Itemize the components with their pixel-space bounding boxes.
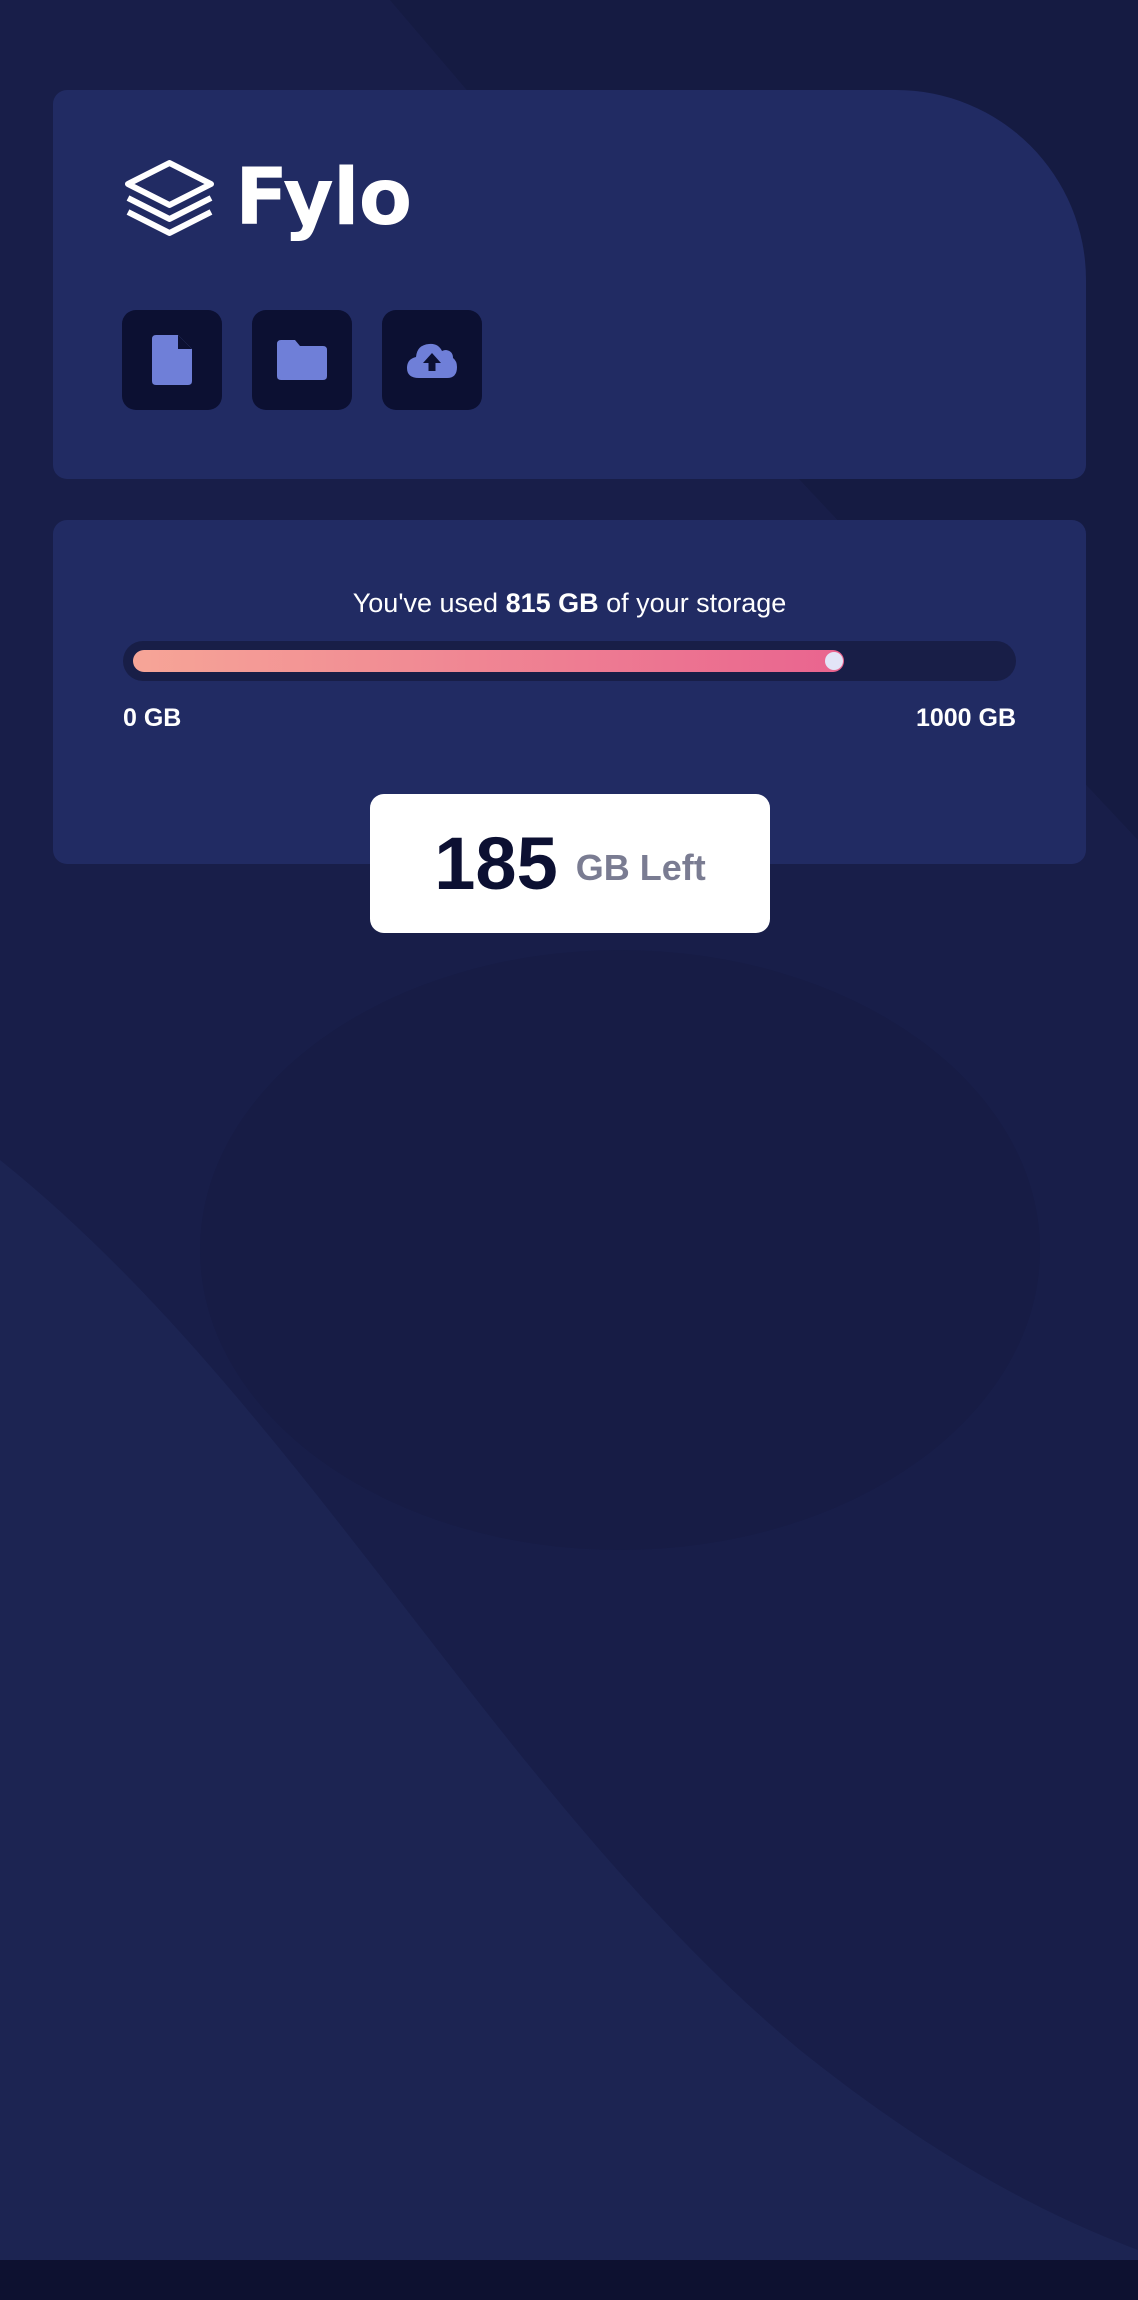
usage-suffix: of your storage xyxy=(606,588,787,618)
storage-left-badge: 185 GB Left xyxy=(370,794,770,933)
usage-amount: 815 GB xyxy=(505,588,599,618)
usage-text: You've used 815 GB of your storage xyxy=(53,588,1086,619)
storage-left-number: 185 xyxy=(434,821,558,905)
upload-button[interactable] xyxy=(382,310,482,410)
logo: Fylo xyxy=(122,153,412,243)
storage-progress-fill xyxy=(133,650,844,672)
storage-left-unit: GB Left xyxy=(575,846,706,888)
usage-prefix: You've used xyxy=(352,588,499,618)
progress-knob xyxy=(825,652,843,670)
upload-icon xyxy=(407,343,457,378)
storage-progress-track xyxy=(123,641,1016,681)
range-max-label: 1000 GB xyxy=(915,704,1016,732)
brand-card: Fylo xyxy=(53,90,1086,479)
folder-button[interactable] xyxy=(252,310,352,410)
brand-name: Fylo xyxy=(235,153,412,243)
range-min-label: 0 GB xyxy=(123,704,182,732)
document-button[interactable] xyxy=(122,310,222,410)
layers-icon xyxy=(125,160,214,236)
folder-icon xyxy=(277,340,327,380)
document-icon xyxy=(152,335,192,385)
bottom-strip xyxy=(0,2260,1138,2300)
toolbar xyxy=(122,310,482,410)
